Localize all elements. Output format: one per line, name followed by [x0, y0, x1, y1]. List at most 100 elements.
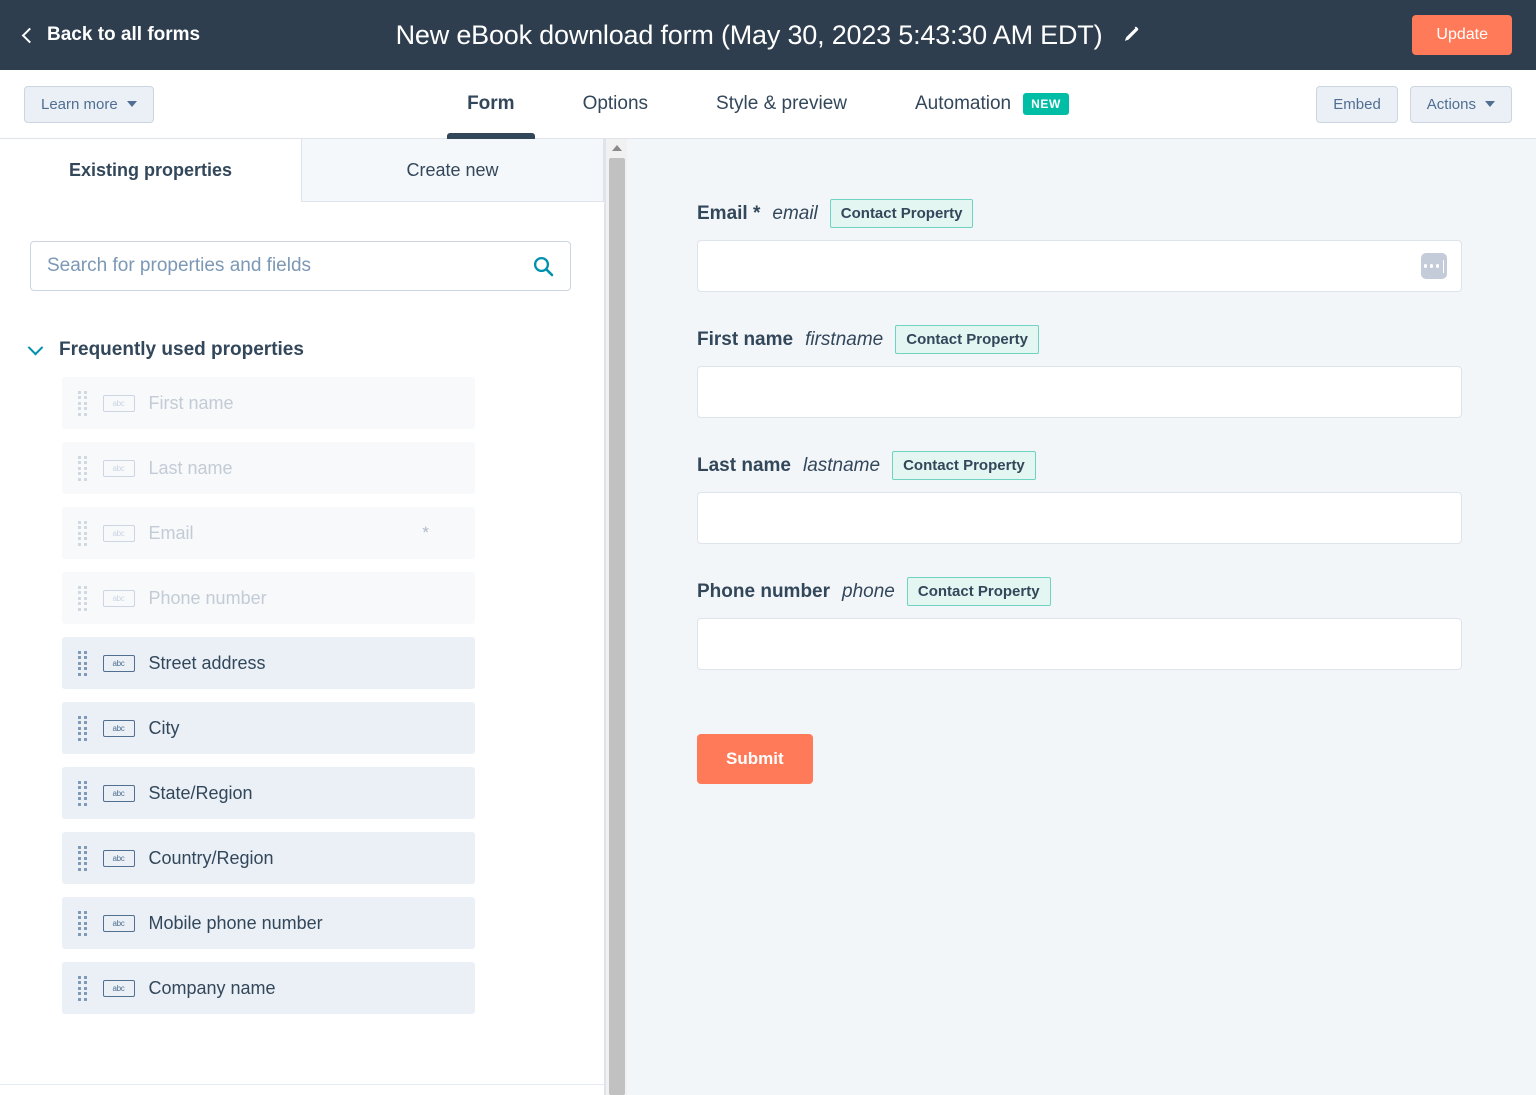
search-field-wrapper — [30, 241, 574, 291]
list-item[interactable]: abc Mobile phone number — [62, 897, 475, 949]
form-field-email: Email * email Contact Property — [697, 199, 1536, 292]
search-input[interactable] — [30, 241, 571, 291]
sidebar-tab-create-new-label: Create new — [406, 160, 498, 181]
email-field[interactable] — [697, 240, 1462, 292]
form-title-group: New eBook download form (May 30, 2023 5:… — [0, 20, 1536, 51]
property-label: Phone number — [149, 588, 267, 609]
chevron-down-icon — [28, 339, 44, 355]
property-label: Street address — [149, 653, 266, 674]
drag-handle-icon[interactable] — [78, 846, 87, 871]
abc-text-icon: abc — [103, 785, 135, 802]
tab-automation[interactable]: Automation NEW — [881, 70, 1103, 138]
sidebar-tab-list: Existing properties Create new — [0, 139, 604, 202]
list-item[interactable]: abc Country/Region — [62, 832, 475, 884]
required-marker: * — [422, 523, 429, 543]
form-field-phone: Phone number phone Contact Property — [697, 577, 1536, 670]
scroll-up-arrow-icon[interactable] — [606, 139, 628, 157]
tab-form[interactable]: Form — [433, 70, 549, 138]
abc-text-icon: abc — [103, 915, 135, 932]
list-item: abc Phone number — [62, 572, 475, 624]
property-label: First name — [149, 393, 234, 414]
property-list: abc First name abc Last name abc Email * — [30, 377, 574, 1014]
nav-tab-list: Form Options Style & preview Automation … — [0, 70, 1536, 138]
frequently-used-properties-group-header[interactable]: Frequently used properties — [30, 339, 574, 361]
top-header-bar: Back to all forms New eBook download for… — [0, 0, 1536, 70]
field-label: Email * — [697, 203, 760, 225]
abc-text-icon: abc — [103, 720, 135, 737]
field-label-row: First name firstname Contact Property — [697, 325, 1536, 354]
learn-more-button[interactable]: Learn more — [24, 86, 154, 123]
field-label-row: Email * email Contact Property — [697, 199, 1536, 228]
actions-label: Actions — [1427, 96, 1476, 113]
abc-text-icon: abc — [103, 980, 135, 997]
drag-handle-icon[interactable] — [78, 911, 87, 936]
scrollbar-thumb[interactable] — [609, 158, 625, 1095]
drag-handle-icon — [78, 456, 87, 481]
property-label: Country/Region — [149, 848, 274, 869]
pencil-icon[interactable] — [1120, 25, 1140, 45]
back-link-label: Back to all forms — [47, 24, 200, 46]
form-preview-panel: Email * email Contact Property First nam… — [627, 139, 1536, 1095]
property-label: Email — [149, 523, 194, 544]
sidebar-scrollbar[interactable] — [605, 139, 627, 1095]
status-badge: Contact Property — [892, 451, 1036, 480]
tab-options[interactable]: Options — [549, 70, 682, 138]
status-badge: Contact Property — [907, 577, 1051, 606]
drag-handle-icon[interactable] — [78, 651, 87, 676]
new-badge: NEW — [1023, 93, 1069, 115]
list-item[interactable]: abc Street address — [62, 637, 475, 689]
tab-automation-label: Automation — [915, 93, 1011, 115]
sidebar-tab-existing-properties[interactable]: Existing properties — [0, 139, 301, 202]
update-button[interactable]: Update — [1412, 15, 1512, 55]
list-item[interactable]: abc Company name — [62, 962, 475, 1014]
ellipsis-icon[interactable] — [1421, 253, 1447, 279]
property-label: City — [149, 718, 180, 739]
field-label-row: Phone number phone Contact Property — [697, 577, 1536, 606]
tab-form-label: Form — [467, 93, 515, 115]
nav-right-actions: Embed Actions — [1316, 86, 1512, 123]
field-label: First name — [697, 329, 793, 351]
page-title: New eBook download form (May 30, 2023 5:… — [396, 20, 1103, 51]
drag-handle-icon[interactable] — [78, 716, 87, 741]
field-internal-name: phone — [842, 581, 895, 603]
embed-button[interactable]: Embed — [1316, 86, 1398, 123]
field-internal-name: email — [772, 203, 817, 225]
first-name-field[interactable] — [697, 366, 1462, 418]
sidebar-divider — [0, 1084, 604, 1085]
submit-button[interactable]: Submit — [697, 734, 813, 784]
tab-options-label: Options — [583, 93, 648, 115]
list-item: abc Last name — [62, 442, 475, 494]
list-item[interactable]: abc State/Region — [62, 767, 475, 819]
actions-button[interactable]: Actions — [1410, 86, 1512, 123]
editor-body: Existing properties Create new Frequentl… — [0, 139, 1536, 1095]
sidebar-tab-create-new[interactable]: Create new — [301, 139, 604, 202]
field-label-row: Last name lastname Contact Property — [697, 451, 1536, 480]
tab-style-preview[interactable]: Style & preview — [682, 70, 881, 138]
field-label: Last name — [697, 455, 791, 477]
secondary-nav-bar: Learn more Form Options Style & preview … — [0, 70, 1536, 139]
back-to-all-forms-link[interactable]: Back to all forms — [24, 24, 200, 46]
drag-handle-icon[interactable] — [78, 976, 87, 1001]
sidebar-content: Frequently used properties abc First nam… — [0, 202, 604, 1095]
field-internal-name: firstname — [805, 329, 883, 351]
drag-handle-icon[interactable] — [78, 781, 87, 806]
chevron-left-icon — [22, 27, 38, 43]
chevron-down-icon — [127, 101, 137, 107]
list-item: abc Email * — [62, 507, 475, 559]
property-label: Mobile phone number — [149, 913, 323, 934]
learn-more-label: Learn more — [41, 96, 118, 113]
phone-number-field[interactable] — [697, 618, 1462, 670]
drag-handle-icon — [78, 521, 87, 546]
abc-text-icon: abc — [103, 395, 135, 412]
field-internal-name: lastname — [803, 455, 880, 477]
properties-sidebar: Existing properties Create new Frequentl… — [0, 139, 605, 1095]
chevron-down-icon — [1485, 101, 1495, 107]
group-title: Frequently used properties — [59, 339, 304, 361]
sidebar-tab-existing-label: Existing properties — [69, 160, 232, 181]
last-name-field[interactable] — [697, 492, 1462, 544]
status-badge: Contact Property — [895, 325, 1039, 354]
list-item[interactable]: abc City — [62, 702, 475, 754]
property-label: State/Region — [149, 783, 253, 804]
property-label: Company name — [149, 978, 276, 999]
abc-text-icon: abc — [103, 460, 135, 477]
